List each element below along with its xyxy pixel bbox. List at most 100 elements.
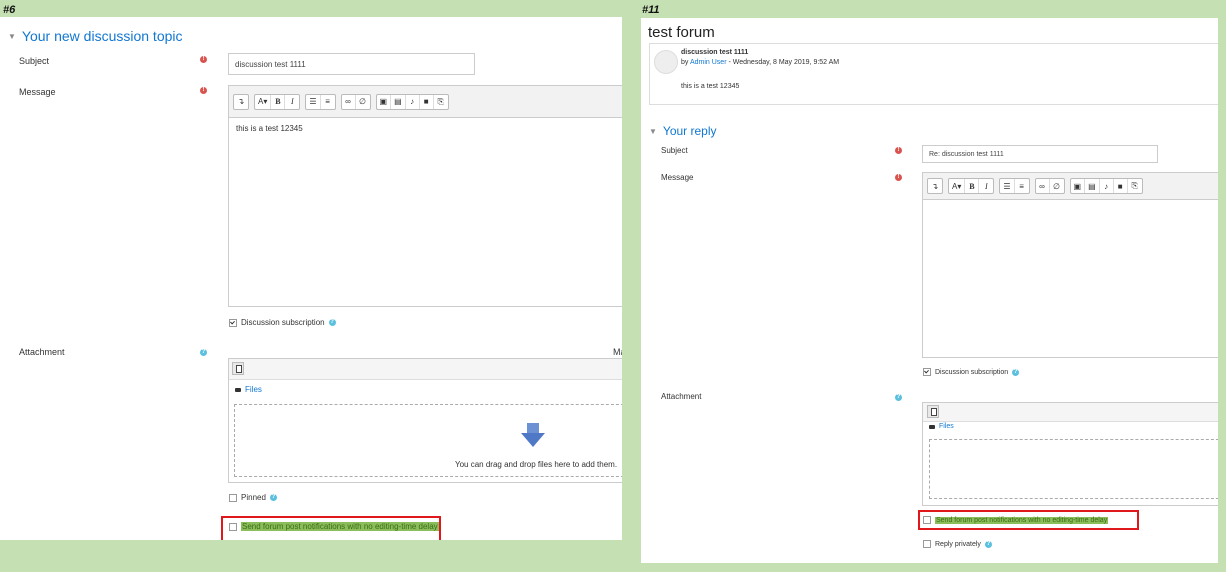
help-icon[interactable]: ? <box>895 394 902 401</box>
toolbar-group: ☰ ≡ <box>305 93 336 110</box>
unlink-button[interactable]: ∅ <box>1050 179 1064 193</box>
record-video-button[interactable]: ■ <box>1114 179 1128 193</box>
max-size-text: Ma <box>613 347 622 357</box>
left-panel: ▼ Your new discussion topic Subject ! di… <box>0 17 622 540</box>
highlight-box <box>918 510 1139 530</box>
link-button[interactable]: ∞ <box>342 94 356 109</box>
post-body: this is a test 12345 <box>681 83 740 90</box>
toolbar-group: ∞ ∅ <box>1034 178 1065 194</box>
folder-icon <box>235 387 241 392</box>
highlight-box <box>221 516 441 540</box>
unordered-list-button[interactable]: ☰ <box>1000 179 1015 193</box>
message-label: Message <box>19 87 56 97</box>
message-label: Message <box>661 173 694 182</box>
discussion-subscription-checkbox[interactable] <box>923 368 931 376</box>
toolbar-group: A▾ B I <box>948 178 995 194</box>
screenshot-tag-right: #11 <box>642 4 660 16</box>
attachment-label: Attachment <box>661 392 702 401</box>
required-icon: ! <box>200 87 207 94</box>
ordered-list-button[interactable]: ≡ <box>1015 179 1029 193</box>
message-editor[interactable]: ↴ A▾ B I ☰ ≡ ∞ ∅ ▣ ▤ ♪ ■ ⎘ this is a tes… <box>228 85 622 307</box>
italic-button[interactable]: I <box>285 95 299 109</box>
link-button[interactable]: ∞ <box>1036 179 1050 193</box>
bold-button[interactable]: B <box>965 179 980 193</box>
pinned-checkbox[interactable] <box>229 493 237 502</box>
reply-privately-checkbox[interactable] <box>923 540 931 548</box>
folder-icon <box>929 424 935 429</box>
record-audio-button[interactable]: ♪ <box>1100 179 1114 193</box>
file-manager: Files <box>922 402 1218 506</box>
discussion-subscription-row: Discussion subscription ? <box>923 368 1020 376</box>
subject-input[interactable]: discussion test 1111 <box>228 53 475 75</box>
right-panel: test forum discussion test 1111 by Admin… <box>641 18 1218 563</box>
section-heading-toggle[interactable]: ▼ Your new discussion topic <box>8 28 183 44</box>
required-icon: ! <box>895 174 902 181</box>
toolbar-group: ∞ ∅ <box>340 93 371 110</box>
pinned-label: Pinned <box>241 493 266 502</box>
post-date: - Wednesday, 8 May 2019, 9:52 AM <box>728 59 840 66</box>
collapse-triangle-icon: ▼ <box>8 31 16 41</box>
italic-button[interactable]: I <box>979 179 993 193</box>
add-file-icon[interactable] <box>232 362 244 375</box>
subject-label: Subject <box>661 146 688 155</box>
discussion-subscription-label: Discussion subscription <box>241 318 325 327</box>
manage-files-button[interactable]: ⎘ <box>1128 179 1142 193</box>
file-dropzone[interactable] <box>929 439 1218 499</box>
help-icon[interactable]: ? <box>1012 368 1020 376</box>
help-icon[interactable]: ? <box>328 319 336 326</box>
files-label: Files <box>939 423 954 430</box>
message-text: this is a test 12345 <box>236 124 303 133</box>
toolbar-group: ↴ <box>233 93 249 110</box>
insert-media-button[interactable]: ▤ <box>391 94 406 109</box>
file-manager-toolbar <box>923 403 1218 422</box>
subject-label: Subject <box>19 56 50 66</box>
discussion-subscription-checkbox[interactable] <box>229 318 237 327</box>
collapse-toolbar-button[interactable]: ↴ <box>928 179 942 193</box>
toolbar-group: ☰ ≡ <box>999 178 1030 194</box>
file-manager-toolbar <box>229 359 622 380</box>
toolbar-group: A▾ B I <box>254 93 301 110</box>
font-style-button[interactable]: A▾ <box>255 94 272 109</box>
ordered-list-button[interactable]: ≡ <box>321 95 335 109</box>
files-folder[interactable]: Files <box>929 423 954 430</box>
record-video-button[interactable]: ■ <box>420 94 434 109</box>
avatar <box>654 50 678 74</box>
collapse-triangle-icon: ▼ <box>649 126 657 136</box>
reply-message-editor[interactable]: ↴ A▾ B I ☰ ≡ ∞ ∅ ▣ ▤ ♪ ■ ⎘ <box>922 172 1218 358</box>
unordered-list-button[interactable]: ☰ <box>306 94 321 109</box>
insert-image-button[interactable]: ▣ <box>1071 179 1086 193</box>
pinned-row: Pinned ? <box>229 493 277 502</box>
manage-files-button[interactable]: ⎘ <box>434 95 448 109</box>
discussion-subscription-label: Discussion subscription <box>935 368 1009 376</box>
insert-media-button[interactable]: ▤ <box>1085 179 1100 193</box>
file-manager: Files You can drag and drop files here t… <box>228 358 622 483</box>
dropzone-text: You can drag and drop files here to add … <box>455 460 618 469</box>
insert-image-button[interactable]: ▣ <box>377 94 392 109</box>
toolbar-group: ↴ <box>927 178 943 194</box>
reply-heading: Your reply <box>662 124 717 138</box>
reply-subject-input[interactable]: Re: discussion test 1111 <box>922 145 1158 163</box>
unlink-button[interactable]: ∅ <box>356 95 370 109</box>
help-icon[interactable]: ? <box>984 540 992 548</box>
file-dropzone[interactable]: You can drag and drop files here to add … <box>234 404 622 477</box>
forum-title: test forum <box>648 24 715 41</box>
font-style-button[interactable]: A▾ <box>949 179 966 193</box>
required-icon: ! <box>895 147 902 154</box>
discussion-subscription-row: Discussion subscription ? <box>229 318 336 327</box>
help-icon[interactable]: ? <box>269 494 277 501</box>
toolbar-group: ▣ ▤ ♪ ■ ⎘ <box>375 93 449 110</box>
forum-post: discussion test 1111 by Admin User - Wed… <box>649 43 1218 105</box>
by-prefix: by <box>681 59 689 66</box>
help-icon[interactable]: ? <box>200 349 207 356</box>
toolbar-group: ▣ ▤ ♪ ■ ⎘ <box>1069 178 1143 194</box>
collapse-toolbar-button[interactable]: ↴ <box>234 95 248 109</box>
files-folder[interactable]: Files <box>235 385 262 394</box>
required-icon: ! <box>200 56 207 63</box>
add-file-icon[interactable] <box>927 405 939 418</box>
reply-heading-toggle[interactable]: ▼ Your reply <box>649 124 717 138</box>
record-audio-button[interactable]: ♪ <box>406 94 420 109</box>
bold-button[interactable]: B <box>271 94 286 109</box>
post-byline: by Admin User - Wednesday, 8 May 2019, 9… <box>681 59 839 66</box>
author-link[interactable]: Admin User <box>690 59 727 66</box>
screenshot-tag-left: #6 <box>3 4 16 16</box>
